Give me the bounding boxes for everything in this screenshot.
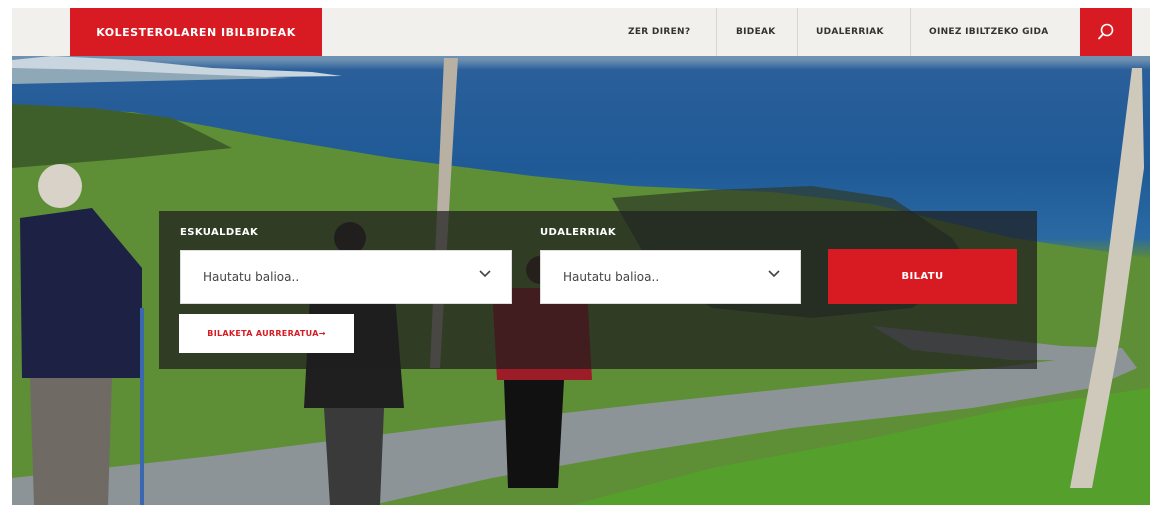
nav-item-udalerriak[interactable]: UDALERRIAK <box>816 8 884 56</box>
advanced-search-label: BILAKETA AURRERATUA→ <box>207 329 326 338</box>
nav-item-label: OINEZ IBILTZEKO GIDA <box>929 27 1049 37</box>
nav-item-oinez-ibiltzeko-gida[interactable]: OINEZ IBILTZEKO GIDA <box>929 8 1048 56</box>
nav-item-bideak[interactable]: BIDEAK <box>736 8 776 56</box>
advanced-search-link[interactable]: BILAKETA AURRERATUA→ <box>179 314 354 353</box>
nav-divider <box>716 8 717 56</box>
municipality-select[interactable]: Hautatu balioa.. <box>540 250 801 304</box>
municipality-select-value: Hautatu balioa.. <box>563 270 660 284</box>
nav-item-label: ZER DIREN? <box>628 27 691 37</box>
search-submit-label: BILATU <box>901 271 944 282</box>
brand-title: KOLESTEROLAREN IBILBIDEAK <box>96 25 296 39</box>
nav-item-label: UDALERRIAK <box>816 27 884 37</box>
search-button[interactable] <box>1080 8 1132 56</box>
region-select[interactable]: Hautatu balioa.. <box>180 250 512 304</box>
search-icon <box>1098 23 1114 40</box>
region-select-value: Hautatu balioa.. <box>203 270 300 284</box>
site-logo-title[interactable]: KOLESTEROLAREN IBILBIDEAK <box>70 8 322 56</box>
nav-divider <box>797 8 798 56</box>
chevron-down-icon <box>768 270 780 278</box>
nav-divider <box>910 8 911 56</box>
chevron-down-icon <box>479 270 491 278</box>
region-label: ESKUALDEAK <box>180 227 259 238</box>
nav-item-zer-diren[interactable]: ZER DIREN? <box>628 8 690 56</box>
search-submit-button[interactable]: BILATU <box>828 249 1017 304</box>
municipality-label: UDALERRIAK <box>540 227 616 238</box>
nav-item-label: BIDEAK <box>736 27 776 37</box>
